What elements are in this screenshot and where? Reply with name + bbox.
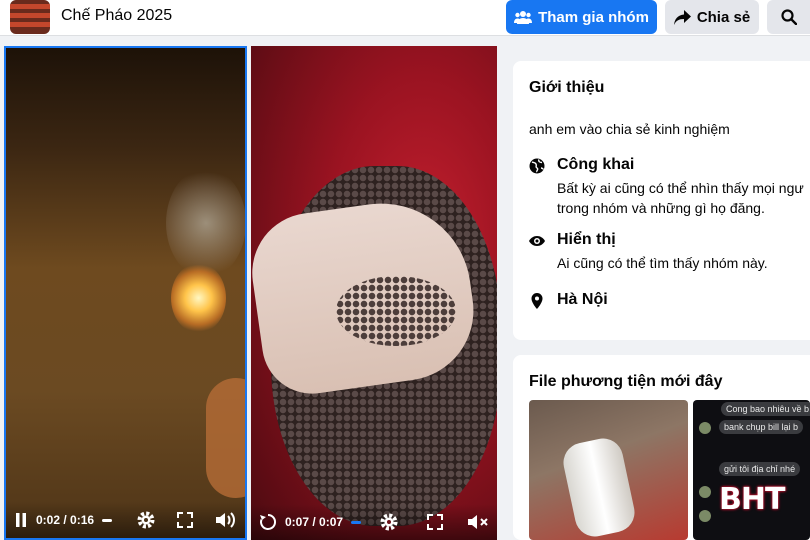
share-label: Chia sẻ — [696, 8, 751, 26]
group-icon — [514, 11, 533, 24]
chat-message-3: gửi tôi địa chỉ nhé — [719, 462, 801, 476]
settings-icon[interactable] — [136, 510, 156, 530]
eye-icon — [529, 236, 545, 246]
media-thumbnail-1[interactable] — [529, 400, 688, 540]
fire-spark — [171, 263, 226, 333]
video-controls-1: 0:02 / 0:16 — [6, 502, 245, 538]
settings-icon[interactable] — [379, 512, 399, 532]
chat-avatar — [699, 422, 711, 434]
group-name[interactable]: Chế Pháo 2025 — [61, 7, 172, 25]
chat-avatar — [699, 486, 711, 498]
recent-media-heading: File phương tiện mới đây — [529, 373, 723, 390]
chat-message-2: bank chụp bill lại b — [719, 420, 804, 434]
join-group-label: Tham gia nhóm — [538, 8, 649, 26]
group-description: anh em vào chia sẻ kinh nghiệm — [529, 121, 730, 137]
about-card: Giới thiệu anh em vào chia sẻ kinh nghiệ… — [513, 61, 810, 340]
globe-icon — [529, 158, 545, 174]
video-time-2: 0:07 / 0:07 — [285, 515, 344, 529]
search-icon — [780, 9, 797, 25]
about-heading: Giới thiệu — [529, 79, 605, 96]
fullscreen-icon[interactable] — [426, 513, 444, 531]
video-time-1: 0:02 / 0:16 — [36, 513, 95, 527]
share-button[interactable]: Chia sẻ — [665, 0, 759, 34]
share-arrow-icon — [673, 9, 691, 25]
chat-avatar — [699, 510, 711, 522]
privacy-desc-line2: trong nhóm và những gì họ đăng. — [557, 200, 765, 216]
video-player-2[interactable]: 0:07 / 0:07 — [251, 46, 497, 540]
recent-media-card: File phương tiện mới đây Cong bao nhiêu … — [513, 355, 810, 540]
group-header: Chế Pháo 2025 Tham gia nhóm Chia sẻ — [0, 0, 810, 36]
video-player-1[interactable]: 0:02 / 0:16 — [4, 46, 247, 540]
volume-icon[interactable] — [215, 511, 237, 529]
progress-bar-2[interactable] — [351, 520, 362, 524]
group-avatar[interactable] — [10, 0, 50, 34]
replay-icon[interactable] — [259, 513, 277, 531]
location-pin-icon — [531, 293, 543, 309]
media-thumbnail-2[interactable]: Cong bao nhiêu về b tr bank chụp bill lạ… — [693, 400, 810, 540]
search-button[interactable] — [767, 0, 810, 34]
visibility-desc: Ai cũng có thể tìm thấy nhóm này. — [557, 255, 768, 271]
bht-watermark: BHT — [719, 482, 785, 517]
pellets-in-hand — [336, 276, 456, 346]
privacy-title: Công khai — [557, 156, 635, 173]
fullscreen-icon[interactable] — [176, 511, 194, 529]
join-group-button[interactable]: Tham gia nhóm — [506, 0, 657, 34]
video-controls-2: 0:07 / 0:07 — [251, 504, 497, 540]
white-tube — [559, 434, 639, 540]
hand — [206, 378, 245, 498]
smoke-cloud — [166, 168, 245, 278]
location-title[interactable]: Hà Nội — [557, 291, 608, 309]
privacy-desc-line1: Bất kỳ ai cũng có thể nhìn thấy mọi ngư — [557, 180, 804, 196]
chat-message-1: Cong bao nhiêu về b tr — [721, 402, 810, 416]
visibility-title: Hiển thị — [557, 231, 616, 248]
pause-icon[interactable] — [14, 512, 28, 528]
mute-icon[interactable] — [467, 513, 489, 531]
progress-bar-1[interactable] — [102, 518, 113, 522]
